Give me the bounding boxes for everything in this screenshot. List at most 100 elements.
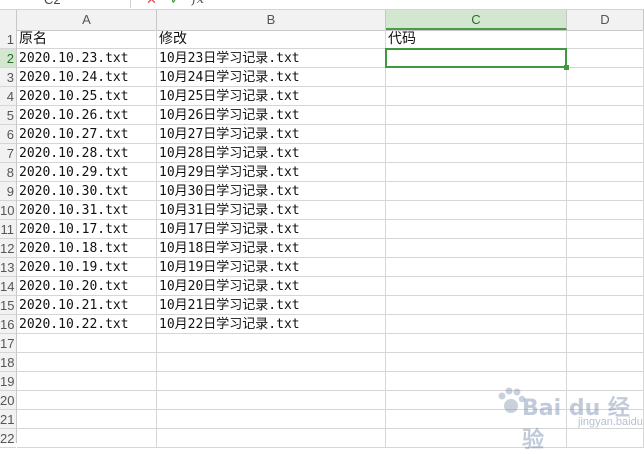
cell-a22[interactable] — [17, 429, 157, 448]
cell-a8[interactable]: 2020.10.29.txt — [17, 163, 157, 182]
cell-b10[interactable]: 10月31日学习记录.txt — [157, 201, 386, 220]
fx-icon[interactable]: fx — [192, 0, 204, 8]
cell-b3[interactable]: 10月24日学习记录.txt — [157, 68, 386, 87]
column-header-d[interactable]: D — [567, 10, 644, 30]
cell-a4[interactable]: 2020.10.25.txt — [17, 87, 157, 106]
cell-c11[interactable] — [386, 220, 567, 239]
cell-c12[interactable] — [386, 239, 567, 258]
row-header[interactable]: 2 — [0, 49, 16, 68]
cell-a19[interactable] — [17, 372, 157, 391]
row-header[interactable]: 19 — [0, 372, 16, 391]
cell-d11[interactable] — [567, 220, 644, 239]
cell-d16[interactable] — [567, 315, 644, 334]
cell-a18[interactable] — [17, 353, 157, 372]
cell-c8[interactable] — [386, 163, 567, 182]
row-header[interactable]: 4 — [0, 87, 16, 106]
cell-c6[interactable] — [386, 125, 567, 144]
cell-b13[interactable]: 10月19日学习记录.txt — [157, 258, 386, 277]
fill-handle[interactable] — [564, 65, 569, 70]
cell-b4[interactable]: 10月25日学习记录.txt — [157, 87, 386, 106]
cell-a7[interactable]: 2020.10.28.txt — [17, 144, 157, 163]
cell-a12[interactable]: 2020.10.18.txt — [17, 239, 157, 258]
cell-a2[interactable]: 2020.10.23.txt — [17, 49, 157, 68]
row-header[interactable]: 17 — [0, 334, 16, 353]
cell-c5[interactable] — [386, 106, 567, 125]
cell-b15[interactable]: 10月21日学习记录.txt — [157, 296, 386, 315]
cell-a14[interactable]: 2020.10.20.txt — [17, 277, 157, 296]
row-header[interactable]: 13 — [0, 258, 16, 277]
row-header[interactable]: 22 — [0, 429, 16, 448]
cell-a9[interactable]: 2020.10.30.txt — [17, 182, 157, 201]
cell-b5[interactable]: 10月26日学习记录.txt — [157, 106, 386, 125]
cell-a15[interactable]: 2020.10.21.txt — [17, 296, 157, 315]
cell-c16[interactable] — [386, 315, 567, 334]
cell-c2[interactable] — [386, 49, 567, 68]
cell-a21[interactable] — [17, 410, 157, 429]
cell-b18[interactable] — [157, 353, 386, 372]
cell-b16[interactable]: 10月22日学习记录.txt — [157, 315, 386, 334]
cell-d15[interactable] — [567, 296, 644, 315]
cell-b20[interactable] — [157, 391, 386, 410]
cell-a11[interactable]: 2020.10.17.txt — [17, 220, 157, 239]
cell-d4[interactable] — [567, 87, 644, 106]
row-header[interactable]: 12 — [0, 239, 16, 258]
cell-a3[interactable]: 2020.10.24.txt — [17, 68, 157, 87]
cell-d18[interactable] — [567, 353, 644, 372]
cell-c4[interactable] — [386, 87, 567, 106]
row-header[interactable]: 3 — [0, 68, 16, 87]
cell-b7[interactable]: 10月28日学习记录.txt — [157, 144, 386, 163]
cell-b21[interactable] — [157, 410, 386, 429]
cell-b8[interactable]: 10月29日学习记录.txt — [157, 163, 386, 182]
column-header-a[interactable]: A — [17, 10, 157, 30]
row-header[interactable]: 16 — [0, 315, 16, 334]
cell-d7[interactable] — [567, 144, 644, 163]
row-header[interactable]: 6 — [0, 125, 16, 144]
cell-a20[interactable] — [17, 391, 157, 410]
name-box[interactable]: C2 — [0, 0, 131, 8]
row-header[interactable]: 8 — [0, 163, 16, 182]
cell-b11[interactable]: 10月17日学习记录.txt — [157, 220, 386, 239]
cell-d17[interactable] — [567, 334, 644, 353]
cell-c1[interactable]: 代码 — [386, 30, 567, 49]
cell-c14[interactable] — [386, 277, 567, 296]
row-header[interactable]: 11 — [0, 220, 16, 239]
cell-d13[interactable] — [567, 258, 644, 277]
cell-c17[interactable] — [386, 334, 567, 353]
select-all-corner[interactable] — [0, 10, 17, 30]
cell-b14[interactable]: 10月20日学习记录.txt — [157, 277, 386, 296]
cell-d8[interactable] — [567, 163, 644, 182]
row-header[interactable]: 14 — [0, 277, 16, 296]
cancel-icon[interactable]: ✕ — [146, 0, 157, 8]
column-header-b[interactable]: B — [157, 10, 386, 30]
row-header[interactable]: 15 — [0, 296, 16, 315]
cell-a17[interactable] — [17, 334, 157, 353]
cell-d1[interactable] — [567, 30, 644, 49]
cell-d2[interactable] — [567, 49, 644, 68]
cell-c18[interactable] — [386, 353, 567, 372]
cell-b22[interactable] — [157, 429, 386, 448]
cell-d9[interactable] — [567, 182, 644, 201]
cell-c15[interactable] — [386, 296, 567, 315]
cell-d12[interactable] — [567, 239, 644, 258]
cell-b2[interactable]: 10月23日学习记录.txt — [157, 49, 386, 68]
cell-a5[interactable]: 2020.10.26.txt — [17, 106, 157, 125]
cell-a10[interactable]: 2020.10.31.txt — [17, 201, 157, 220]
row-header[interactable]: 21 — [0, 410, 16, 429]
cell-c7[interactable] — [386, 144, 567, 163]
row-header[interactable]: 20 — [0, 391, 16, 410]
cell-b19[interactable] — [157, 372, 386, 391]
row-header[interactable]: 18 — [0, 353, 16, 372]
cell-c3[interactable] — [386, 68, 567, 87]
row-header[interactable]: 10 — [0, 201, 16, 220]
cell-b9[interactable]: 10月30日学习记录.txt — [157, 182, 386, 201]
cell-c10[interactable] — [386, 201, 567, 220]
cell-c9[interactable] — [386, 182, 567, 201]
row-header[interactable]: 9 — [0, 182, 16, 201]
cell-a16[interactable]: 2020.10.22.txt — [17, 315, 157, 334]
row-header[interactable]: 5 — [0, 106, 16, 125]
confirm-icon[interactable]: ✓ — [170, 0, 181, 8]
cell-c13[interactable] — [386, 258, 567, 277]
column-header-c[interactable]: C — [386, 10, 567, 30]
cell-b12[interactable]: 10月18日学习记录.txt — [157, 239, 386, 258]
cell-a13[interactable]: 2020.10.19.txt — [17, 258, 157, 277]
